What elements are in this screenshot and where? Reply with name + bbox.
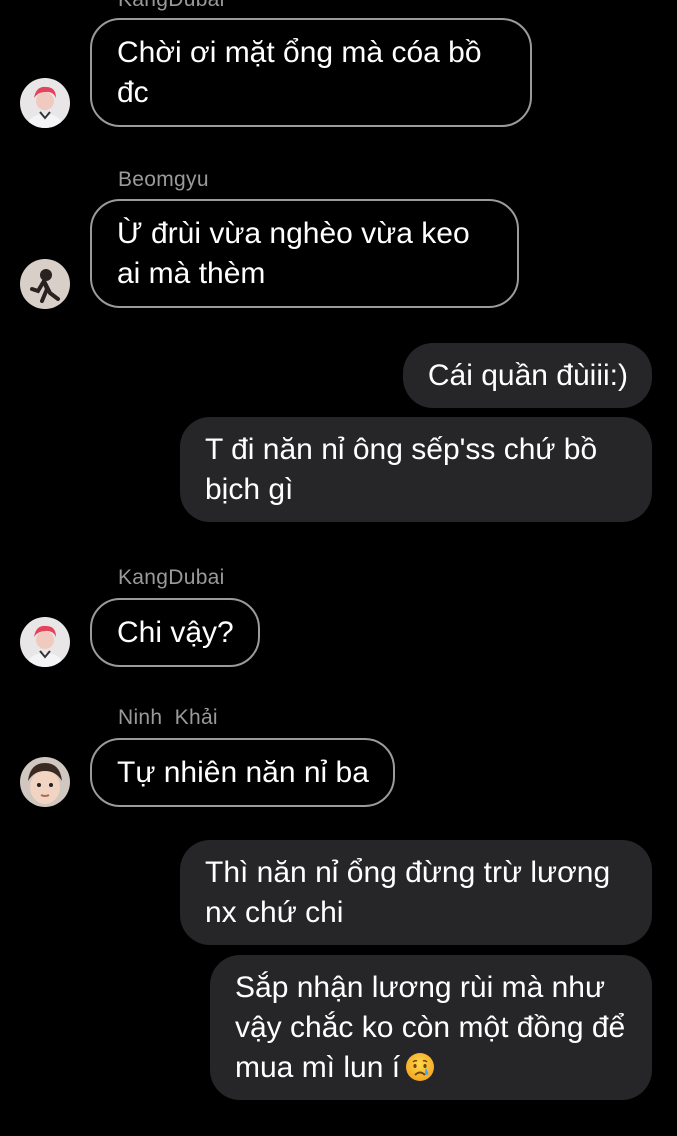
- sender-name: KangDubai: [118, 566, 225, 589]
- message-text: Chi vậy?: [117, 616, 234, 649]
- message-bubble-incoming[interactable]: Tự nhiên năn nỉ ba: [90, 738, 395, 807]
- avatar-ninh-khai[interactable]: [20, 757, 70, 807]
- message-bubble-outgoing[interactable]: Thì năn nỉ ổng đừng trừ lương nx chứ chi: [180, 840, 652, 945]
- sender-name: KangDubai: [118, 0, 225, 12]
- avatar-beomgyu[interactable]: [20, 259, 70, 309]
- crying-face-icon: [404, 1051, 436, 1083]
- message-bubble-outgoing[interactable]: T đi năn nỉ ông sếp'ss chứ bồ bịch gì: [180, 417, 652, 522]
- message-text: Chời ơi mặt ổng mà cóa bồ đc: [117, 36, 482, 109]
- message-bubble-outgoing[interactable]: Sắp nhận lương rùi mà như vậy chắc ko cò…: [210, 955, 652, 1100]
- message-text: Tự nhiên năn nỉ ba: [117, 756, 369, 789]
- sender-name: Ninh Khải: [118, 706, 218, 729]
- sender-name: Beomgyu: [118, 168, 209, 191]
- message-text: Cái quần đùiii:): [427, 359, 628, 392]
- message-bubble-incoming[interactable]: Chời ơi mặt ổng mà cóa bồ đc: [90, 18, 532, 127]
- chat-screen: { "messages": [ {"sender": "KangDubai", …: [0, 0, 677, 1136]
- message-bubble-incoming[interactable]: Ừ đrùi vừa nghèo vừa keo ai mà thèm: [90, 199, 519, 308]
- message-bubble-incoming[interactable]: Chi vậy?: [90, 598, 260, 667]
- avatar-kangdubai[interactable]: [20, 78, 70, 128]
- message-text: Thì năn nỉ ổng đừng trừ lương nx chứ chi: [205, 856, 611, 929]
- message-text: T đi năn nỉ ông sếp'ss chứ bồ bịch gì: [205, 433, 598, 506]
- message-bubble-outgoing[interactable]: Cái quần đùiii:): [402, 343, 652, 408]
- message-text: Ừ đrùi vừa nghèo vừa keo ai mà thèm: [117, 217, 470, 290]
- avatar-kangdubai[interactable]: [20, 617, 70, 667]
